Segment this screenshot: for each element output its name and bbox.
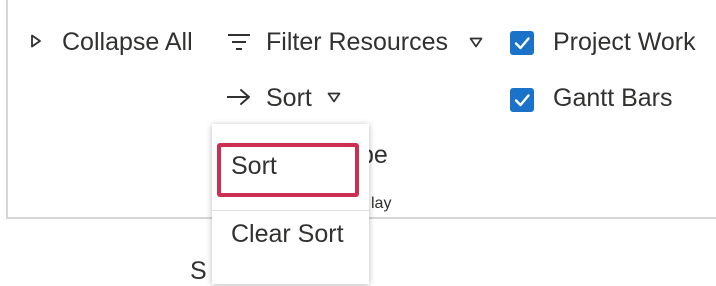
sort-highlight-box [217, 143, 359, 197]
below-ribbon-text-fragment: S [190, 257, 207, 285]
checkmark-icon [514, 37, 530, 50]
filter-lines-icon [228, 34, 250, 50]
gantt-bars-label: Gantt Bars [553, 84, 673, 112]
caret-right-icon [31, 34, 41, 48]
sort-label: Sort [266, 84, 312, 112]
project-work-checkbox-box[interactable] [510, 31, 534, 55]
partial-group-caption: lay [371, 195, 392, 212]
caret-down-icon [327, 92, 341, 103]
filter-resources-label: Filter Resources [266, 28, 448, 56]
menu-item-clear-sort[interactable]: Clear Sort [212, 204, 369, 264]
collapse-all-label: Collapse All [62, 28, 193, 56]
gantt-bars-checkbox-box[interactable] [510, 88, 534, 112]
caret-down-icon [469, 37, 483, 48]
checkmark-icon [514, 94, 530, 107]
menu-item-clear-sort-label: Clear Sort [231, 220, 344, 248]
sort-dropdown-menu: Sort Clear Sort [212, 124, 369, 284]
project-work-label: Project Work [553, 28, 696, 56]
arrow-right-icon [227, 89, 250, 105]
